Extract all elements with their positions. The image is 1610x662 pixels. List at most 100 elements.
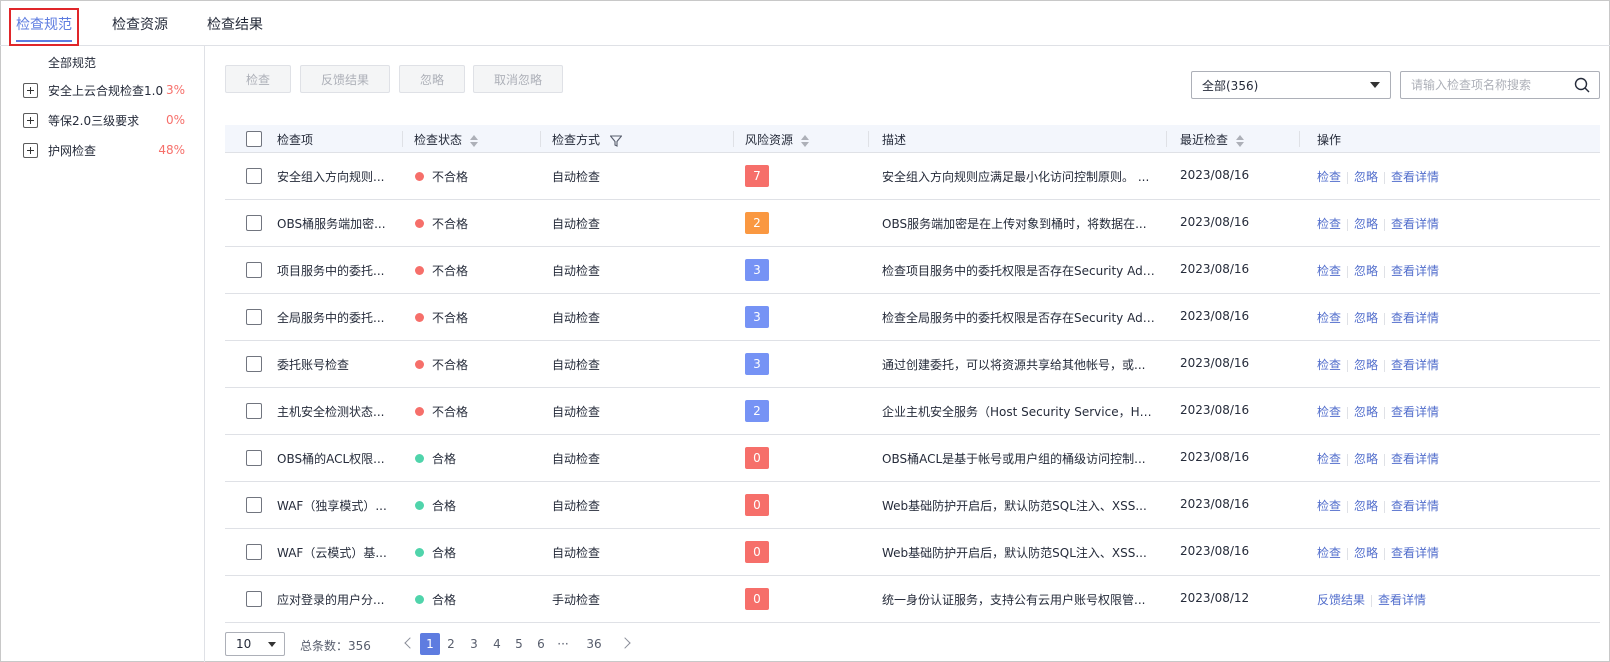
page-number-button[interactable]: 5 xyxy=(509,633,529,655)
check-description: 检查全局服务中的委托权限是否存在Security Adm... xyxy=(882,311,1157,325)
expand-icon[interactable] xyxy=(23,112,38,128)
row-action-link[interactable]: 检查 xyxy=(1317,217,1341,231)
feedback-button[interactable]: 反馈结果 xyxy=(300,65,390,93)
search-input[interactable] xyxy=(1400,71,1600,99)
row-action-link[interactable]: 查看详情 xyxy=(1391,264,1439,278)
tree-item-network-protection[interactable]: 护网检查 48% xyxy=(23,141,195,159)
status-filter-value: 全部(356) xyxy=(1202,78,1259,93)
check-item-name[interactable]: 主机安全检测状态... xyxy=(277,403,392,420)
page-number-button[interactable]: 6 xyxy=(531,633,551,655)
risk-count-badge[interactable]: 0 xyxy=(745,541,769,563)
row-checkbox[interactable] xyxy=(246,215,262,231)
row-action-link[interactable]: 查看详情 xyxy=(1391,358,1439,372)
check-item-name[interactable]: WAF（云模式）基... xyxy=(277,544,392,561)
row-action-link[interactable]: 忽略 xyxy=(1354,358,1378,372)
header-status[interactable]: 检查状态 xyxy=(414,131,479,148)
expand-icon[interactable] xyxy=(23,82,38,98)
row-action-link[interactable]: 检查 xyxy=(1317,452,1341,466)
action-divider xyxy=(1347,547,1349,560)
row-checkbox[interactable] xyxy=(246,497,262,513)
row-checkbox[interactable] xyxy=(246,450,262,466)
row-action-link[interactable]: 查看详情 xyxy=(1378,593,1426,607)
tab-check-resources[interactable]: 检查资源 xyxy=(112,14,168,34)
header-risk[interactable]: 风险资源 xyxy=(745,131,810,148)
row-action-link[interactable]: 忽略 xyxy=(1354,311,1378,325)
row-action-link[interactable]: 查看详情 xyxy=(1391,217,1439,231)
risk-count-badge[interactable]: 0 xyxy=(745,588,769,610)
row-action-link[interactable]: 检查 xyxy=(1317,311,1341,325)
row-action-link[interactable]: 检查 xyxy=(1317,405,1341,419)
header-divider xyxy=(1299,131,1300,147)
ignore-button[interactable]: 忽略 xyxy=(399,65,465,93)
risk-count-badge[interactable]: 2 xyxy=(745,400,769,422)
table-row: 安全组入方向规则... 不合格 自动检查 7 安全组入方向规则应满足最小化访问控制原则。… xyxy=(225,153,1600,200)
sort-icon[interactable] xyxy=(801,134,810,147)
page-number-button[interactable]: 2 xyxy=(441,633,461,655)
page-number-button[interactable]: 4 xyxy=(487,633,507,655)
row-action-link[interactable]: 查看详情 xyxy=(1391,499,1439,513)
row-action-link[interactable]: 查看详情 xyxy=(1391,170,1439,184)
row-action-link[interactable]: 忽略 xyxy=(1354,546,1378,560)
row-checkbox[interactable] xyxy=(246,309,262,325)
status-filter-select[interactable]: 全部(356) xyxy=(1191,71,1391,99)
row-checkbox[interactable] xyxy=(246,356,262,372)
filter-icon[interactable] xyxy=(610,134,623,147)
row-action-link[interactable]: 忽略 xyxy=(1354,405,1378,419)
header-last-check[interactable]: 最近检查 xyxy=(1180,131,1245,148)
risk-count-badge[interactable]: 0 xyxy=(745,447,769,469)
check-item-name[interactable]: OBS桶服务端加密... xyxy=(277,215,392,232)
check-button[interactable]: 检查 xyxy=(225,65,291,93)
pagination-ellipsis[interactable]: ··· xyxy=(553,633,573,655)
check-item-name[interactable]: 项目服务中的委托... xyxy=(277,262,392,279)
row-checkbox[interactable] xyxy=(246,168,262,184)
expand-icon[interactable] xyxy=(23,142,38,158)
check-description: OBS服务端加密是在上传对象到桶时，将数据在... xyxy=(882,217,1147,231)
row-checkbox[interactable] xyxy=(246,262,262,278)
row-action-link[interactable]: 查看详情 xyxy=(1391,405,1439,419)
row-action-link[interactable]: 查看详情 xyxy=(1391,546,1439,560)
page-size-select[interactable]: 10 xyxy=(225,632,285,656)
check-item-name[interactable]: 安全组入方向规则... xyxy=(277,168,392,185)
row-action-link[interactable]: 忽略 xyxy=(1354,499,1378,513)
sort-icon[interactable] xyxy=(1236,134,1245,147)
row-action-link[interactable]: 检查 xyxy=(1317,264,1341,278)
risk-count-badge[interactable]: 3 xyxy=(745,259,769,281)
check-item-name[interactable]: 全局服务中的委托... xyxy=(277,309,392,326)
risk-count-badge[interactable]: 0 xyxy=(745,494,769,516)
check-item-name[interactable]: 应对登录的用户分... xyxy=(277,591,392,608)
page-number-button[interactable]: 36 xyxy=(584,633,604,655)
page-number-button[interactable]: 3 xyxy=(464,633,484,655)
row-action-link[interactable]: 忽略 xyxy=(1354,452,1378,466)
check-item-name[interactable]: 委托账号检查 xyxy=(277,356,392,373)
row-checkbox[interactable] xyxy=(246,403,262,419)
page-number-button[interactable]: 1 xyxy=(420,633,440,655)
sort-icon[interactable] xyxy=(470,134,479,147)
tree-root-all-standards[interactable]: 全部规范 xyxy=(48,54,96,71)
row-action-link[interactable]: 忽略 xyxy=(1354,170,1378,184)
row-action-link[interactable]: 查看详情 xyxy=(1391,311,1439,325)
row-checkbox[interactable] xyxy=(246,591,262,607)
unignore-button[interactable]: 取消忽略 xyxy=(473,65,563,93)
tab-check-results[interactable]: 检查结果 xyxy=(207,14,263,34)
risk-count-badge[interactable]: 3 xyxy=(745,353,769,375)
risk-count-badge[interactable]: 2 xyxy=(745,212,769,234)
status-dot-icon xyxy=(415,266,424,275)
row-action-link[interactable]: 检查 xyxy=(1317,170,1341,184)
select-all-checkbox[interactable] xyxy=(246,131,262,147)
tree-item-cloud-compliance[interactable]: 安全上云合规检查1.0 3% xyxy=(23,81,195,99)
row-action-link[interactable]: 检查 xyxy=(1317,546,1341,560)
check-item-name[interactable]: WAF（独享模式）... xyxy=(277,497,392,514)
row-action-link[interactable]: 忽略 xyxy=(1354,217,1378,231)
check-item-name[interactable]: OBS桶的ACL权限... xyxy=(277,450,392,467)
tree-item-mlps-level3[interactable]: 等保2.0三级要求 0% xyxy=(23,111,195,129)
row-action-link[interactable]: 检查 xyxy=(1317,499,1341,513)
search-icon[interactable] xyxy=(1574,77,1590,93)
row-action-link[interactable]: 忽略 xyxy=(1354,264,1378,278)
row-action-link[interactable]: 检查 xyxy=(1317,358,1341,372)
row-checkbox[interactable] xyxy=(246,544,262,560)
row-action-link[interactable]: 查看详情 xyxy=(1391,452,1439,466)
header-method[interactable]: 检查方式 xyxy=(552,131,623,148)
risk-count-badge[interactable]: 7 xyxy=(745,165,769,187)
risk-count-badge[interactable]: 3 xyxy=(745,306,769,328)
row-action-link[interactable]: 反馈结果 xyxy=(1317,593,1365,607)
